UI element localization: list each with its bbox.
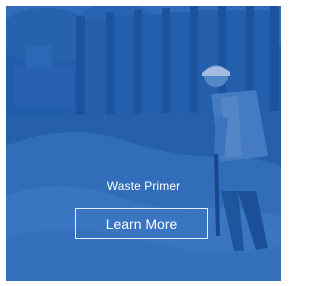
- learn-more-button[interactable]: Learn More: [75, 208, 208, 239]
- resource-card[interactable]: Waste Primer Learn More: [6, 6, 281, 281]
- construction-worker-photo: [6, 6, 281, 281]
- card-title: Waste Primer: [106, 179, 181, 193]
